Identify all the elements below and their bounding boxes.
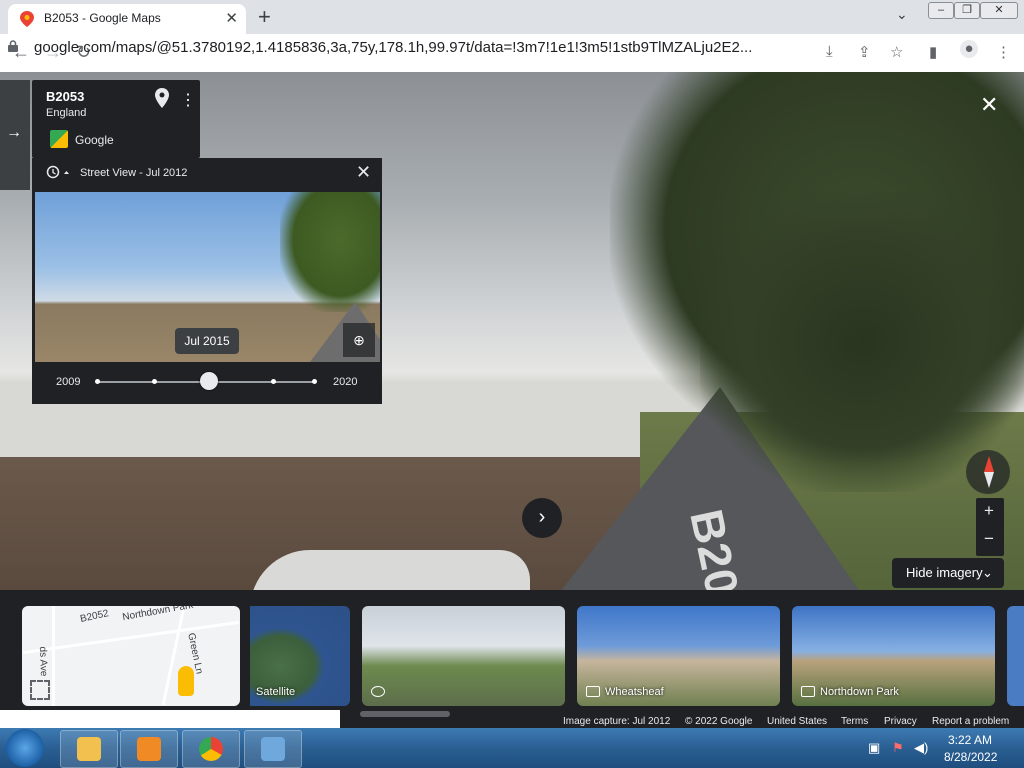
url-text: google.com/maps/@51.3780192,1.4185836,3a… <box>34 39 753 56</box>
pegman-icon[interactable] <box>178 666 194 696</box>
close-icon[interactable]: ✕ <box>356 162 371 183</box>
minimize-button[interactable]: – <box>928 2 954 19</box>
hide-imagery-label: Hide imagery <box>906 565 983 580</box>
timeline-tick[interactable] <box>95 379 100 384</box>
browser-tab[interactable]: B2053 - Google Maps ✕ <box>8 4 246 34</box>
privacy-link[interactable]: Privacy <box>884 716 917 727</box>
browser-toolbar: ← → ↻ google.com/maps/@51.3780192,1.4185… <box>0 34 1024 73</box>
country-link[interactable]: United States <box>767 716 827 727</box>
place-subtitle: England <box>46 107 87 119</box>
date-tooltip: Jul 2015 <box>175 328 239 354</box>
close-street-view-icon[interactable]: ✕ <box>980 92 998 118</box>
chrome-icon <box>199 737 223 761</box>
tree-line-lower <box>700 192 1024 492</box>
satellite-label: Satellite <box>256 686 296 698</box>
control-panel-icon <box>261 737 285 761</box>
year-end-label: 2020 <box>333 376 358 388</box>
copyright-text: © 2022 Google <box>685 716 753 727</box>
collapse-panel-button[interactable]: → <box>0 80 30 190</box>
zoom-magnifier-icon[interactable]: ⊕ <box>343 323 375 357</box>
address-bar[interactable]: google.com/maps/@51.3780192,1.4185836,3a… <box>0 34 752 62</box>
year-start-label: 2009 <box>56 376 81 388</box>
start-button-icon[interactable] <box>6 729 44 767</box>
menu-kebab-icon[interactable]: ⋮ <box>996 43 1011 61</box>
map-road <box>52 606 55 706</box>
close-window-button[interactable]: ✕ <box>980 2 1018 19</box>
timeline-tick[interactable] <box>312 379 317 384</box>
restore-button[interactable]: ❐ <box>954 2 980 19</box>
clock-time[interactable]: 3:22 AM <box>948 733 992 747</box>
map-thumbnail[interactable]: B2052 Northdown Park Green Ln ds Ave <box>22 606 240 706</box>
image-capture-date: Image capture: Jul 2012 <box>563 716 671 727</box>
side-panel-icon[interactable]: ▮ <box>929 43 937 61</box>
map-label: ds Ave <box>36 646 49 677</box>
control-panel-taskbar-button[interactable] <box>244 730 302 768</box>
volume-icon[interactable]: ◀) <box>914 740 928 756</box>
google-maps-pin-icon <box>20 11 34 27</box>
more-options-icon[interactable]: ⋮ <box>180 90 196 110</box>
zoom-controls: + − <box>976 498 1004 556</box>
convertible-car <box>250 550 530 590</box>
tab-title: B2053 - Google Maps <box>44 11 161 25</box>
time-panel-title: Street View - Jul 2012 <box>80 167 188 179</box>
compass-icon[interactable] <box>966 450 1010 494</box>
next-image-arrow-icon[interactable]: › <box>522 498 562 538</box>
folder-icon <box>77 737 101 761</box>
imagery-card[interactable]: Wheatsheaf <box>577 606 780 706</box>
360-rotate-icon <box>371 686 385 697</box>
timeline-tick[interactable] <box>152 379 157 384</box>
arrow-right-icon: → <box>6 124 22 141</box>
report-problem-link[interactable]: Report a problem <box>932 716 1009 727</box>
chevron-down-icon: ⌄ <box>982 565 993 580</box>
share-icon[interactable]: ⇪ <box>858 43 871 61</box>
satellite-thumbnail[interactable]: Satellite <box>250 606 350 706</box>
google-maps-logo-icon <box>50 130 68 148</box>
timeline-slider-thumb[interactable] <box>200 372 218 390</box>
new-tab-button[interactable]: + <box>258 4 271 30</box>
imagery-card[interactable]: Northdown Park <box>792 606 995 706</box>
imagery-card[interactable] <box>362 606 565 706</box>
imagery-card-label: Northdown Park <box>820 686 899 698</box>
location-pin-icon[interactable] <box>155 88 169 108</box>
tab-close-icon[interactable]: ✕ <box>225 9 238 27</box>
map-label: B2052 <box>79 608 110 625</box>
zoom-in-icon[interactable]: + <box>984 501 994 521</box>
imagery-card-partial[interactable] <box>1007 606 1024 706</box>
explorer-taskbar-button[interactable] <box>60 730 118 768</box>
history-clock-icon[interactable] <box>46 165 72 179</box>
terms-link[interactable]: Terms <box>841 716 868 727</box>
timeline-tick[interactable] <box>271 379 276 384</box>
media-player-taskbar-button[interactable] <box>120 730 178 768</box>
install-app-icon[interactable]: ⤓ <box>826 43 833 60</box>
imagery-card-label: Wheatsheaf <box>605 686 664 698</box>
strip-scrollbar[interactable] <box>360 711 450 717</box>
clock-date[interactable]: 8/28/2022 <box>944 750 997 764</box>
chrome-taskbar-button[interactable] <box>182 730 240 768</box>
action-center-flag-icon[interactable]: ⚑ <box>892 740 904 756</box>
tab-search-chevron-icon[interactable]: ⌄ <box>896 6 908 23</box>
bookmark-star-icon[interactable]: ☆ <box>890 43 903 61</box>
zoom-out-icon[interactable]: − <box>984 529 994 549</box>
network-icon[interactable]: ▣ <box>868 740 880 756</box>
media-player-icon <box>137 737 161 761</box>
profile-avatar-icon[interactable]: ● <box>960 40 978 58</box>
camera-icon <box>586 686 600 697</box>
map-road <box>22 620 240 655</box>
lock-icon <box>8 40 18 52</box>
footer-blank <box>0 710 340 730</box>
preview-trees <box>280 192 380 312</box>
place-title: B2053 <box>46 89 85 104</box>
expand-map-icon[interactable] <box>30 680 50 700</box>
hide-imagery-button[interactable]: Hide imagery ⌄ <box>892 558 1004 588</box>
camera-icon <box>801 686 815 697</box>
attribution-text: Google <box>75 133 114 147</box>
